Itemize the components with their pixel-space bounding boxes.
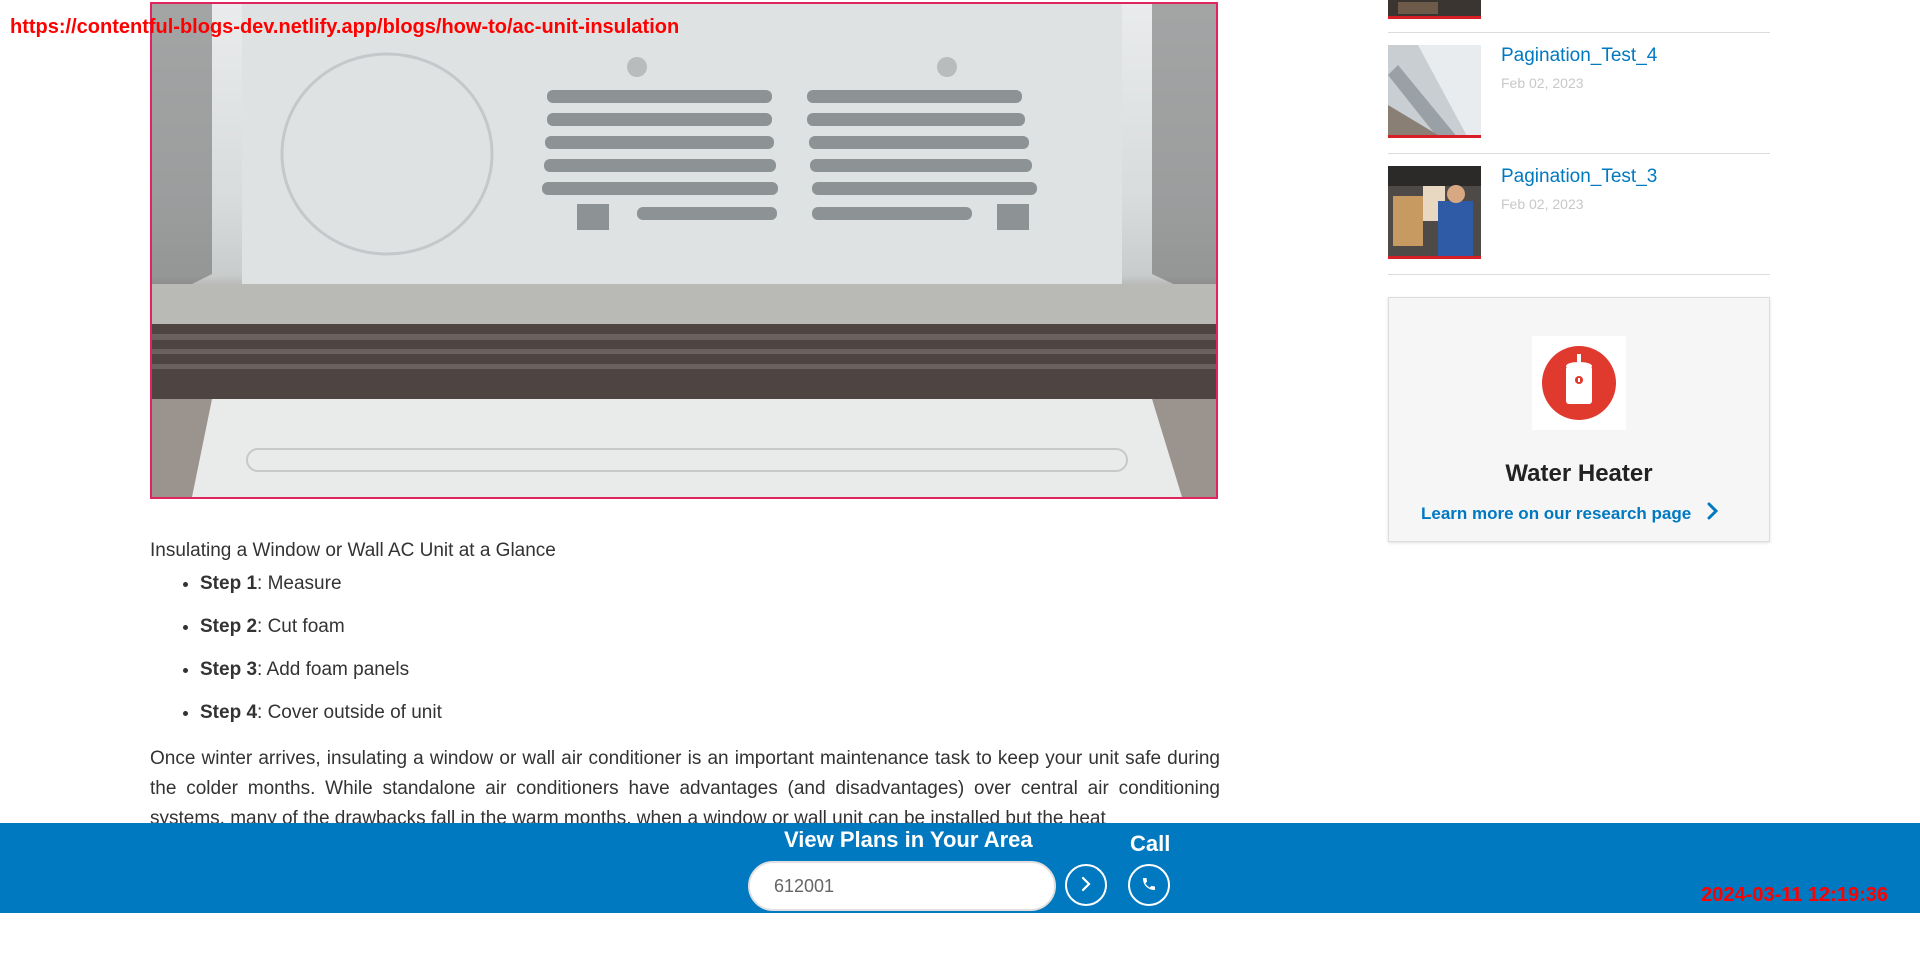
chevron-right-icon: [1707, 502, 1719, 525]
url-overlay: https://contentful-blogs-dev.netlify.app…: [10, 16, 680, 38]
view-plans-title: View Plans in Your Area: [784, 827, 1033, 852]
post-thumbnail[interactable]: [1388, 0, 1481, 19]
related-post[interactable]: Pagination_Test_4 Feb 02, 2023: [1388, 33, 1770, 154]
post-title[interactable]: Pagination_Test_4: [1501, 45, 1657, 67]
article-paragraph: Once winter arrives, insulating a window…: [150, 748, 1220, 829]
step-label: Step 3: [200, 659, 258, 680]
related-post[interactable]: [1388, 0, 1770, 33]
timestamp-overlay: 2024-03-11 12:19:36: [1701, 884, 1888, 906]
list-item: Step 4: Cover outside of unit: [200, 701, 1220, 725]
hero-image: [150, 2, 1218, 499]
view-plans-bar: View Plans in Your Area Call: [0, 823, 1920, 913]
post-date: Feb 02, 2023: [1501, 75, 1584, 91]
step-text: : Cut foam: [257, 616, 345, 637]
list-item: Step 2: Cut foam: [200, 615, 1220, 639]
step-text: : Add foam panels: [257, 659, 410, 680]
phone-icon: [1141, 876, 1157, 895]
research-link-label: Learn more on our research page: [1421, 503, 1692, 523]
step-label: Step 1: [200, 573, 258, 594]
article-body: Insulating a Window or Wall AC Unit at a…: [150, 540, 1220, 834]
step-text: : Measure: [257, 573, 342, 594]
post-thumbnail[interactable]: [1388, 166, 1481, 259]
water-heater-icon: [1532, 336, 1626, 430]
zip-submit-button[interactable]: [1065, 864, 1107, 906]
list-item: Step 1: Measure: [200, 572, 1220, 596]
related-post[interactable]: Pagination_Test_3 Feb 02, 2023: [1388, 154, 1770, 275]
chevron-right-icon: [1080, 876, 1092, 895]
zip-code-input[interactable]: [748, 861, 1056, 911]
post-date: Feb 02, 2023: [1501, 196, 1584, 212]
water-heater-promo-card: Water Heater Learn more on our research …: [1388, 297, 1770, 542]
steps-list: Step 1: Measure Step 2: Cut foam Step 3:…: [150, 572, 1220, 725]
post-title[interactable]: Pagination_Test_3: [1501, 166, 1657, 188]
step-label: Step 2: [200, 616, 258, 637]
call-button[interactable]: [1128, 864, 1170, 906]
article-heading: Insulating a Window or Wall AC Unit at a…: [150, 540, 556, 561]
list-item: Step 3: Add foam panels: [200, 658, 1220, 682]
sidebar-related-posts: Pagination_Test_4 Feb 02, 2023 Paginatio…: [1388, 0, 1770, 275]
step-text: : Cover outside of unit: [257, 702, 442, 723]
step-label: Step 4: [200, 702, 258, 723]
call-label: Call: [1130, 831, 1171, 856]
post-thumbnail[interactable]: [1388, 45, 1481, 138]
promo-title: Water Heater: [1505, 460, 1653, 487]
research-page-link[interactable]: Learn more on our research page: [1421, 502, 1719, 525]
